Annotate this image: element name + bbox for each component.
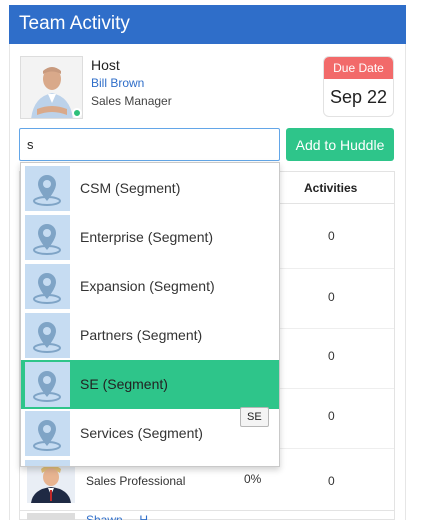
host-name-link[interactable]: Bill Brown: [91, 76, 144, 90]
page-header: Team Activity: [9, 5, 406, 44]
suggestion-label: SE (Segment): [80, 376, 168, 392]
location-pin-icon: [25, 264, 70, 309]
page-title: Team Activity: [19, 13, 130, 34]
location-pin-icon: [25, 215, 70, 260]
add-to-huddle-button[interactable]: Add to Huddle: [286, 128, 394, 161]
suggestion-label: CSM (Segment): [80, 180, 181, 196]
hover-tooltip: SE: [240, 407, 269, 427]
online-status-indicator: [72, 108, 82, 118]
participant-avatar: [27, 461, 75, 503]
location-pin-icon: [25, 166, 70, 211]
location-pin-icon: [25, 411, 70, 456]
table-row-divider: [20, 510, 394, 511]
suggestion-label: Services (Segment): [80, 425, 203, 441]
participant-percent: 0%: [244, 472, 262, 486]
participant-avatar: [27, 513, 75, 520]
activities-cell: 0: [328, 349, 335, 363]
suggestion-item-csm[interactable]: CSM (Segment): [21, 164, 279, 213]
suggestion-label: Enterprise (Segment): [80, 229, 214, 245]
location-pin-icon: [25, 313, 70, 358]
activities-cell: 0: [328, 409, 335, 423]
suggestion-item-expansion[interactable]: Expansion (Segment): [21, 262, 279, 311]
table-row-divider: [280, 328, 394, 329]
suggestion-item-enterprise[interactable]: Enterprise (Segment): [21, 213, 279, 262]
table-row-divider: [280, 268, 394, 269]
table-header-divider: [280, 203, 394, 204]
location-pin-icon: [25, 460, 70, 466]
activities-cell: 0: [328, 474, 335, 488]
due-date-label: Due Date: [324, 57, 393, 79]
search-input[interactable]: [19, 128, 280, 161]
due-date-value: Sep 22: [329, 87, 388, 107]
suggestion-label: Expansion (Segment): [80, 278, 215, 294]
due-date-card: Due Date Sep 22: [323, 56, 394, 117]
suggestion-label: Partners (Segment): [80, 327, 203, 343]
table-row-divider: [280, 448, 394, 449]
activities-cell: 0: [328, 229, 335, 243]
table-row-divider: [280, 388, 394, 389]
host-job-title: Sales Manager: [91, 94, 172, 108]
participant-name-link[interactable]: Shawn ... H...: [86, 513, 158, 520]
location-pin-icon: [25, 362, 70, 407]
suggestion-item-partial[interactable]: [21, 458, 279, 466]
participant-title: Sales Professional: [86, 474, 186, 488]
host-role-label: Host: [91, 57, 120, 73]
suggestion-item-partners[interactable]: Partners (Segment): [21, 311, 279, 360]
activities-cell: 0: [328, 290, 335, 304]
column-header-activities: Activities: [304, 181, 358, 195]
suggestion-item-se[interactable]: SE (Segment): [21, 360, 279, 409]
